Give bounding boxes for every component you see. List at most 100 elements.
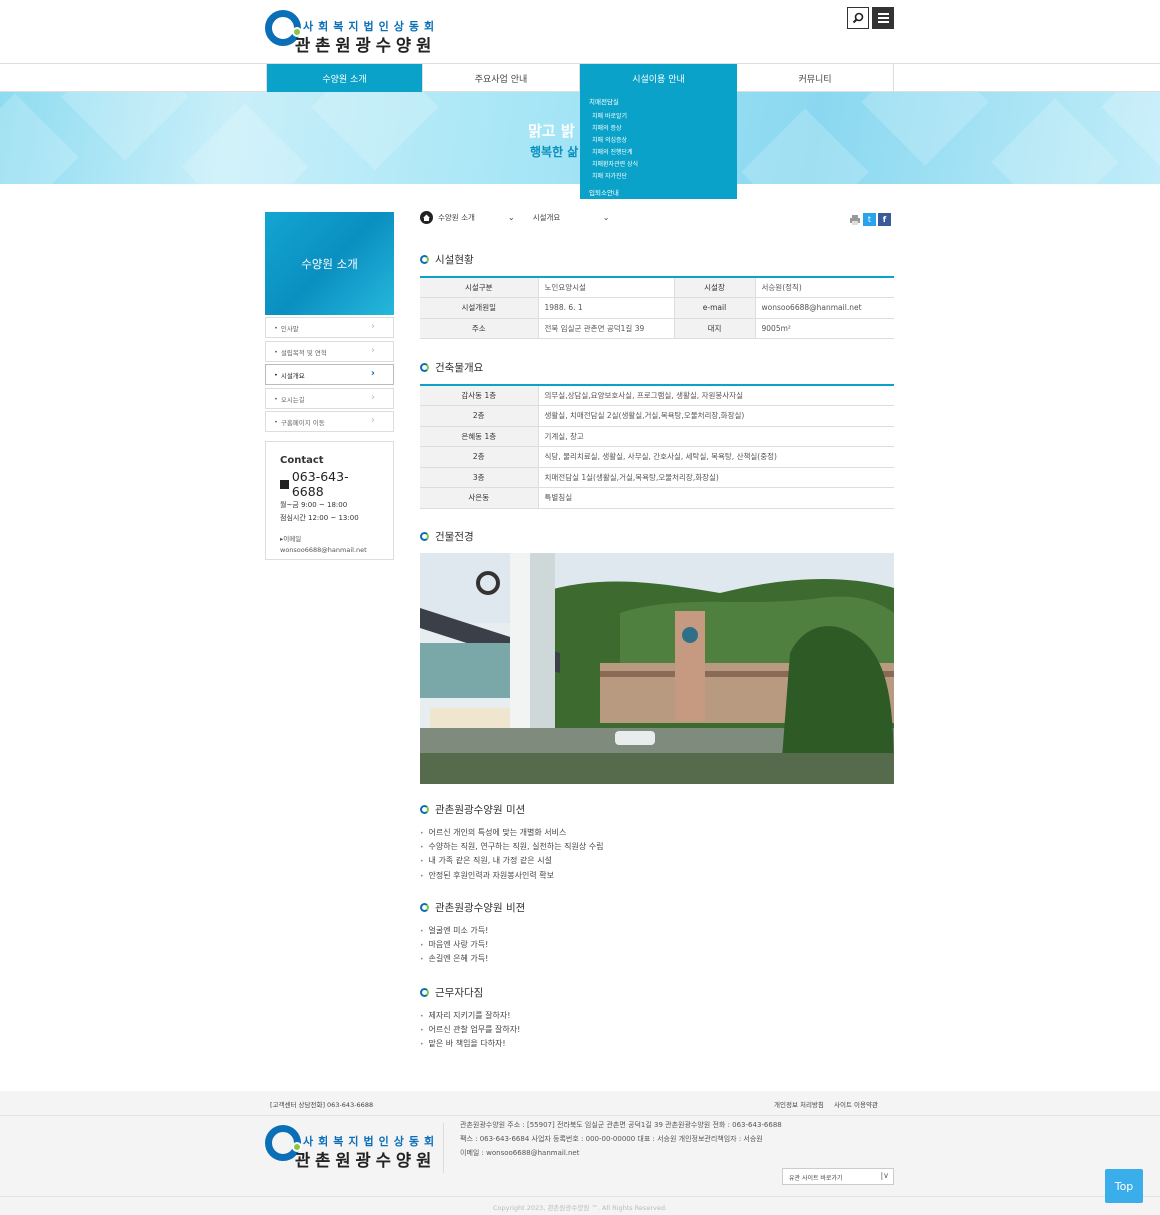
dropdown-subitem[interactable]: 치매 바로알기 <box>589 111 728 123</box>
logo-site-name: 관촌원광수양원 <box>295 1151 437 1170</box>
status-table: 시설구분 노인요양시설 시설장 서승원(정직) 시설개원일 1988. 6. 1… <box>420 276 894 339</box>
chevron-right-icon: › <box>371 392 375 403</box>
section-bullet-icon <box>420 532 429 541</box>
table-header-cell: 주소 <box>420 318 538 339</box>
global-nav: 수양원 소개 주요사업 안내 시설이용 안내 커뮤니티 <box>0 63 1160 92</box>
dropdown-subitem[interactable]: 치매의 진행단계 <box>589 147 728 159</box>
contact-phone: 063-643-6688 <box>280 469 379 499</box>
table-row: 2층 식당, 물리치료실, 생활실, 사무실, 간호사실, 세탁실, 목욕탕, 산… <box>420 446 894 468</box>
family-site-select[interactable]: 유관 사이트 바로가기 |∨ <box>782 1168 894 1185</box>
gnb-item-business[interactable]: 주요사업 안내 <box>423 64 580 92</box>
section-bullet-icon <box>420 255 429 264</box>
list-item: 어르신 관찰 업무를 잘하자! <box>420 1023 521 1037</box>
gnb-item-about[interactable]: 수양원 소개 <box>266 64 423 92</box>
table-row: 3층 치매전담실 1실(생활실,거실,목욕탕,오물처리장,화장실) <box>420 467 894 488</box>
phone-icon <box>280 479 289 489</box>
lnb-item-history[interactable]: • 설립목적 및 연혁 › <box>265 341 394 362</box>
table-cell: 특별침실 <box>537 487 894 509</box>
contact-box: Contact 063-643-6688 월~금 9:00 ~ 18:00 점심… <box>265 441 394 560</box>
gnb-item-community[interactable]: 커뮤니티 <box>737 64 894 92</box>
contact-email: wonsoo6688@hanmail.net <box>280 546 367 554</box>
table-header-cell: 2층 <box>420 446 538 468</box>
breadcrumb-depth1[interactable]: 수양원 소개 <box>438 212 508 223</box>
section-title-mission: 관촌원광수양원 미션 <box>420 802 525 817</box>
contact-hours: 월~금 9:00 ~ 18:00 <box>280 501 348 509</box>
footer-privacy-link[interactable]: 개인정보 처리방침 <box>774 1099 824 1109</box>
table-header-cell: 시설구분 <box>420 277 538 298</box>
scroll-top-button[interactable]: Top <box>1105 1169 1143 1203</box>
table-cell: 1988. 6. 1 <box>537 297 674 319</box>
facebook-icon[interactable]: f <box>878 213 891 226</box>
table-header-cell: 시설장 <box>673 277 755 298</box>
search-icon <box>852 12 864 24</box>
chevron-right-icon: › <box>371 345 375 356</box>
dropdown-subitem[interactable]: 치매 자가진단 <box>589 171 728 183</box>
table-header-cell: 감사동 1층 <box>420 385 538 406</box>
copyright: Copyright 2023, 관촌원광수양원 ™. All Rights Re… <box>492 1204 668 1212</box>
mission-list: 어르신 개인의 특성에 맞는 개별화 서비스 수양하는 직원, 연구하는 직원,… <box>420 826 604 883</box>
dropdown-subitem[interactable]: 치매의 증상 <box>589 123 728 135</box>
menu-icon <box>877 13 889 23</box>
gnb-item-facility[interactable]: 시설이용 안내 <box>580 64 737 92</box>
table-cell: 9005m² <box>754 318 894 339</box>
chevron-right-icon: › <box>370 368 375 379</box>
chevron-down-icon[interactable]: ⌄ <box>508 213 515 222</box>
banner-subline: 행복한 삶 <box>530 145 579 159</box>
table-cell: 기계실, 창고 <box>537 426 894 447</box>
section-bullet-icon <box>420 363 429 372</box>
section-title-vision: 관촌원광수양원 비젼 <box>420 900 525 915</box>
footer: 사회복지법인상동회 관촌원광수양원 관촌원광수양원 주소 : [55907] 전… <box>0 1115 1160 1215</box>
section-bullet-icon <box>420 805 429 814</box>
list-item: 맡은 바 책임을 다하자! <box>420 1037 520 1051</box>
dropdown-subitem[interactable]: 치매 의심증상 <box>589 135 728 147</box>
building-photo <box>420 553 894 784</box>
table-header-cell: 사은동 <box>420 487 538 509</box>
menu-button[interactable] <box>872 7 894 29</box>
table-header-cell: 2층 <box>420 405 538 427</box>
contact-lunch: 점심시간 12:00 ~ 13:00 <box>280 514 359 522</box>
lnb-item-old-site[interactable]: • 구홈페이지 이동 › <box>265 411 394 432</box>
chevron-right-icon: › <box>371 415 375 426</box>
twitter-icon[interactable]: t <box>863 213 876 226</box>
home-icon[interactable] <box>420 211 433 224</box>
chevron-down-icon[interactable]: ⌄ <box>603 213 610 222</box>
list-item: 마음엔 사랑 가득! <box>420 938 489 952</box>
section-title-pledge: 근무자다짐 <box>420 985 483 1000</box>
breadcrumb-depth2[interactable]: 시설개요 <box>533 212 603 223</box>
table-row: 시설개원일 1988. 6. 1 e-mail wonsoo6688@hanma… <box>420 297 894 319</box>
search-button[interactable] <box>847 7 869 29</box>
table-header-cell: 대지 <box>673 318 755 339</box>
table-cell: 노인요양시설 <box>537 277 674 298</box>
table-cell: wonsoo6688@hanmail.net <box>754 297 894 319</box>
facility-dropdown: 치매전담실 치매 바로알기 치매의 증상 치매 의심증상 치매의 진행단계 치매… <box>580 91 737 199</box>
lnb-item-directions[interactable]: • 오시는길 › <box>265 388 394 409</box>
chevron-down-icon: |∨ <box>880 1171 889 1180</box>
contact-email-label: ▸이메일 <box>280 535 302 543</box>
banner-headline: 맑고 밝 <box>528 122 575 140</box>
print-icon[interactable] <box>849 214 861 226</box>
lnb-item-overview[interactable]: • 시설개요 › <box>265 364 394 385</box>
page: 사회복지법인상동회 관촌원광수양원 수양원 소개 주요사업 안내 시설이용 안내… <box>0 0 1160 1215</box>
lnb-item-greeting[interactable]: • 인사말 › <box>265 317 394 338</box>
footer-logo[interactable]: 사회복지법인상동회 관촌원광수양원 <box>265 1125 435 1170</box>
list-item: 손길엔 은혜 가득! <box>420 952 489 966</box>
share-tools: t f <box>849 213 891 226</box>
footer-terms-link[interactable]: 사이트 이용약관 <box>834 1099 878 1109</box>
section-title-status: 시설현황 <box>420 252 474 267</box>
list-item: 안정된 후원인력과 자원봉사인력 확보 <box>420 869 603 883</box>
lnb-title: 수양원 소개 <box>265 212 394 315</box>
dropdown-subitem[interactable]: 치매환자관련 상식 <box>589 159 728 171</box>
table-row: 2층 생활실, 치매전담실 2실(생활실,거실,목욕탕,오물처리장,화장실) <box>420 405 894 427</box>
table-cell: 생활실, 치매전담실 2실(생활실,거실,목욕탕,오물처리장,화장실) <box>537 405 894 427</box>
section-title-photo: 건물전경 <box>420 529 474 544</box>
vision-list: 얼굴엔 미소 가득! 마음엔 사랑 가득! 손길엔 은혜 가득! <box>420 924 489 967</box>
site-logo[interactable]: 사회복지법인상동회 관촌원광수양원 <box>265 10 435 55</box>
section-title-building: 건축물개요 <box>420 360 483 375</box>
dropdown-item-admission[interactable]: 입퇴소안내 <box>589 187 728 199</box>
pledge-list: 제자리 지키기를 잘하자! 어르신 관찰 업무를 잘하자! 맡은 바 책임을 다… <box>420 1009 521 1052</box>
table-header-cell: 시설개원일 <box>420 297 538 319</box>
table-header-cell: e-mail <box>673 297 755 319</box>
chevron-right-icon: › <box>371 321 375 332</box>
contact-title: Contact <box>280 455 324 466</box>
dropdown-item-dementia-room[interactable]: 치매전담실 <box>589 96 728 108</box>
